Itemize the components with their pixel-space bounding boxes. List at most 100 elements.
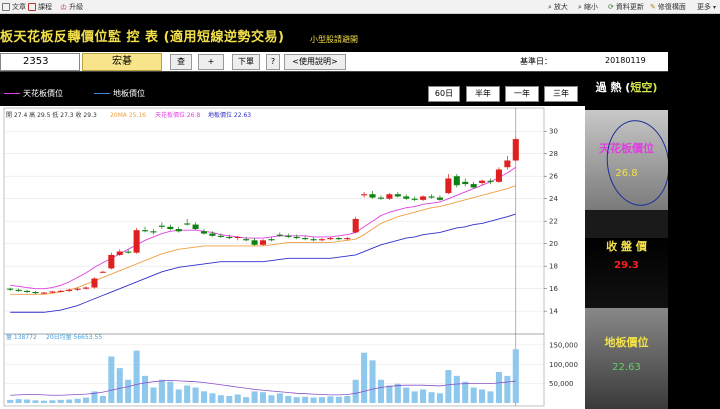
candle-body <box>234 236 241 239</box>
candle-body <box>91 278 98 288</box>
toolbar-item-article[interactable]: 文章 <box>2 2 26 12</box>
candle-body <box>74 288 81 290</box>
toolbar-label: 修復構面 <box>657 3 686 11</box>
chart-svg: 30 28 26 24 22 20 18 16 14 150,000 100,000 50,000 開… <box>3 107 578 407</box>
close-label: 收 盤 價 <box>606 240 647 253</box>
volume-bar <box>24 399 31 403</box>
volume-bar <box>141 375 149 403</box>
period-three-year-button[interactable]: 三年 <box>544 86 578 102</box>
volume-bar <box>327 396 334 403</box>
volume-bar <box>276 393 283 403</box>
volume-bar <box>268 395 275 403</box>
ceiling-info: 天花板價位 26.8 <box>155 111 200 119</box>
stock-code-input[interactable]: 2353 <box>0 53 80 71</box>
toolbar-label: 課程 <box>38 3 52 11</box>
volume-bar <box>200 391 208 403</box>
candle-body <box>344 238 351 240</box>
zoom-out-icon: ⌕ <box>578 2 582 11</box>
period-half-year-button[interactable]: 半年 <box>466 86 500 102</box>
candle-body <box>453 176 460 186</box>
volume-bar <box>175 389 182 403</box>
page-title: 板天花板反轉價位監 控 表 (適用短線逆勢交易) <box>0 30 285 45</box>
volume-bar <box>108 356 115 403</box>
candle-body <box>150 231 157 233</box>
candle-body <box>251 240 258 245</box>
candle-body <box>369 194 376 198</box>
volume-bar <box>344 396 351 403</box>
candle-body <box>24 290 31 293</box>
candle-body <box>175 229 182 232</box>
toolbar-item-upgrade[interactable]: ♔ 升級 <box>60 2 83 12</box>
volume-bar <box>495 372 502 403</box>
toolbar-label: 放大 <box>553 3 568 11</box>
volume-bar <box>377 379 385 403</box>
volume-bar <box>125 379 132 403</box>
period-60d-button[interactable]: 60日 <box>428 86 460 102</box>
candle-body <box>226 236 233 239</box>
volume-bar <box>57 399 64 403</box>
order-button[interactable]: 下單 <box>232 54 260 70</box>
period-one-year-button[interactable]: 一年 <box>505 86 539 102</box>
toolbar-label: 文章 <box>12 3 26 11</box>
candle-body <box>411 198 418 200</box>
add-button[interactable]: + <box>198 54 224 70</box>
volume-info: 量 138772 <box>6 334 37 341</box>
toolbar-item-zoom-out[interactable]: ⌕ 縮小 <box>578 2 598 12</box>
volume-bar <box>243 397 250 403</box>
help-button[interactable]: ? <box>266 54 280 70</box>
candle-body <box>403 196 410 199</box>
candle-body <box>445 178 452 194</box>
candle-body <box>352 218 359 233</box>
volume-bar <box>394 383 401 403</box>
volume-bar <box>209 393 216 403</box>
close-price-block: 收 盤 價 29.3 <box>585 238 668 308</box>
volume-bar <box>335 396 342 403</box>
usage-guide-button[interactable]: <使用說明> <box>284 54 346 70</box>
volume-bar <box>285 396 292 403</box>
volume-bar <box>420 389 427 403</box>
panel-status-heading: 過 熱 (短空) <box>585 72 668 110</box>
candle-body <box>259 240 267 245</box>
volume-bar <box>184 385 191 403</box>
page-subtitle: 小型股請避開 <box>310 35 358 44</box>
side-strip <box>668 14 720 409</box>
candle-body <box>361 194 368 196</box>
status-paren: ) <box>652 81 658 94</box>
candle-body <box>268 239 275 241</box>
toolbar-item-more[interactable]: 更多 ▾ <box>697 2 716 12</box>
candle-body <box>495 169 502 182</box>
volume-bar <box>302 396 309 403</box>
toolbar-label: 資料更新 <box>615 3 644 11</box>
candle-body <box>318 239 326 241</box>
query-button[interactable]: 查 <box>170 54 192 70</box>
toolbar-item-course[interactable]: 課程 <box>28 2 52 12</box>
candle-body <box>200 231 208 234</box>
volume-bar <box>66 399 73 403</box>
candle-body <box>428 196 435 198</box>
toolbar-item-zoom-in[interactable]: ⌕ 放大 <box>548 2 568 12</box>
upgrade-icon: ♔ <box>60 2 68 12</box>
zoom-in-icon: ⌕ <box>548 2 552 11</box>
candle-body <box>158 225 165 227</box>
floor-info: 地板價位 22.63 <box>208 111 251 119</box>
toolbar-label: 縮小 <box>583 3 598 11</box>
chart-header: 天花板價位 地板價位 60日 半年 一年 三年 <box>0 72 585 106</box>
volume-bar <box>462 381 469 403</box>
candle-body <box>335 238 342 240</box>
volume-bar <box>470 387 477 403</box>
volume-bar <box>411 391 418 403</box>
candle-body <box>167 226 174 230</box>
candle-body <box>99 271 106 273</box>
toolbar-label: 更多 <box>697 3 711 11</box>
toolbar-item-repair[interactable]: ✎ 修復構面 <box>650 2 686 12</box>
volume-bar <box>386 385 393 403</box>
volume-bar <box>361 352 368 403</box>
toolbar-item-refresh[interactable]: ⟳ 資料更新 <box>608 2 644 12</box>
candle-body <box>285 235 292 237</box>
top-toolbar: 文章 課程 ♔ 升級 ⌕ 放大 ⌕ 縮小 ⟳ 資料更新 ✎ 修復構面 更多 ▾ <box>0 0 720 14</box>
volume-bar <box>15 399 22 403</box>
document-icon <box>2 3 10 11</box>
volume-tick-label: 100,000 <box>549 361 578 369</box>
volume-bar <box>487 391 494 403</box>
candle-body <box>243 239 250 241</box>
